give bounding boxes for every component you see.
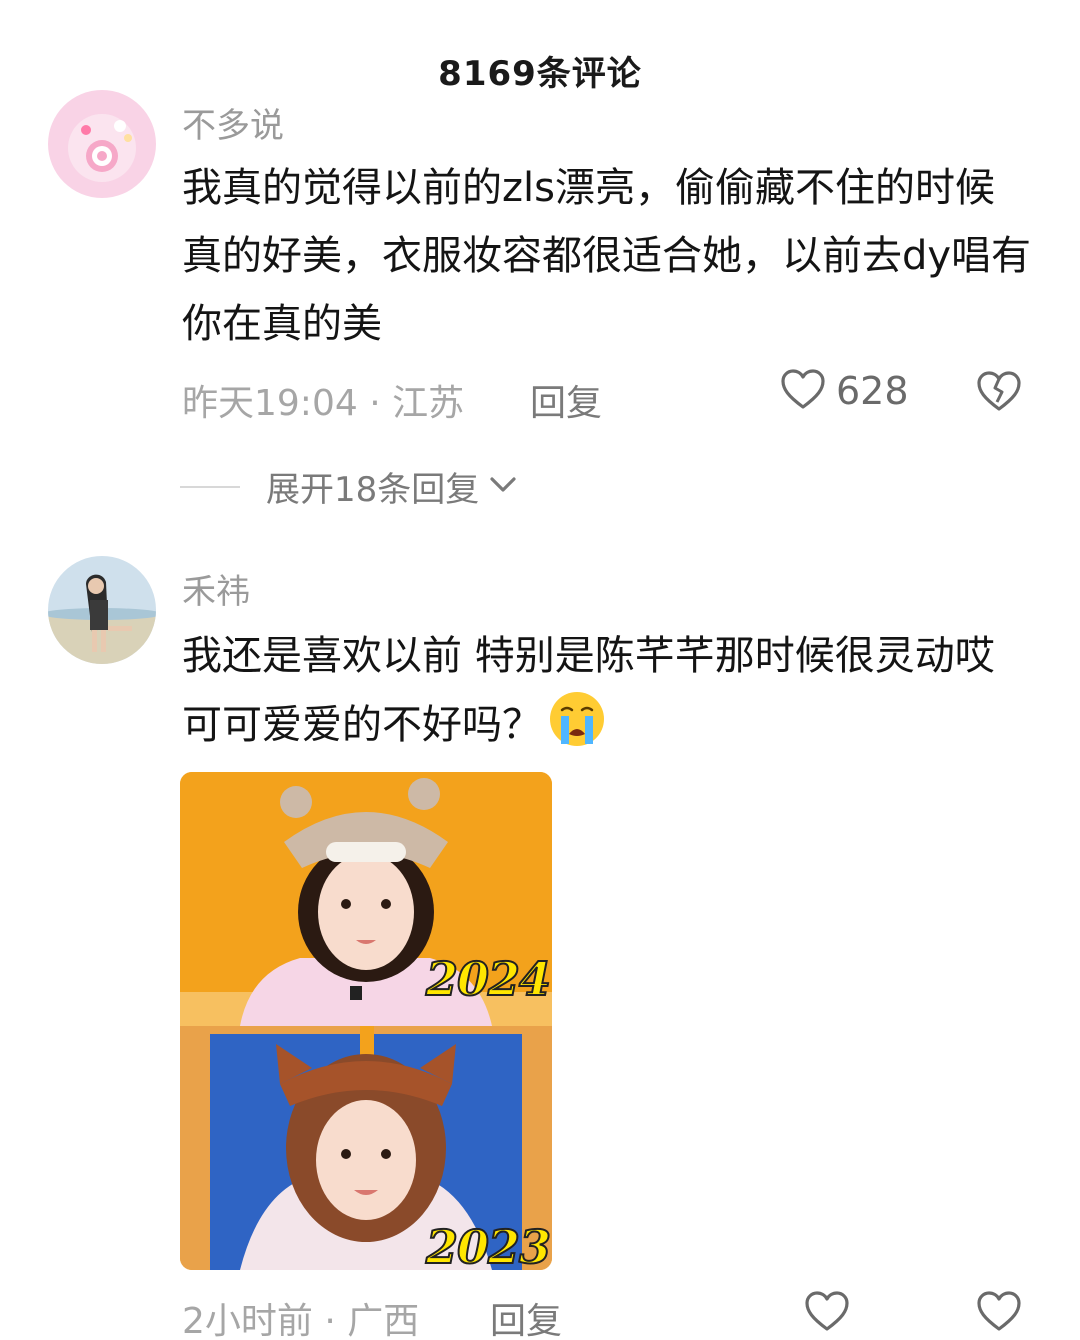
- heart-outline-icon: [780, 368, 826, 414]
- comment-text: 我还是喜欢以前 特别是陈芊芊那时候很灵动哎 可可爱爱的不好吗？: [182, 622, 1032, 759]
- heart-outline-icon: [804, 1290, 850, 1336]
- expand-replies-button[interactable]: 展开18条回复: [180, 462, 517, 511]
- reply-button[interactable]: 回复: [530, 374, 602, 426]
- avatar[interactable]: [48, 90, 156, 198]
- username[interactable]: 不多说: [182, 98, 284, 147]
- comment-image[interactable]: 2024 2023: [180, 772, 552, 1270]
- expand-replies-label: 展开18条回复: [266, 470, 480, 510]
- comment-time-location: 昨天19:04 · 江苏: [182, 383, 465, 424]
- dislike-button[interactable]: [976, 1290, 1022, 1336]
- broken-heart-icon: [976, 1291, 1022, 1336]
- like-button[interactable]: [804, 1290, 850, 1336]
- divider-line: [180, 485, 240, 488]
- year-label-top: 2024: [425, 951, 552, 1007]
- avatar[interactable]: [48, 556, 156, 664]
- like-button[interactable]: 628: [780, 368, 909, 414]
- comment-time-location: 2小时前 · 广西: [182, 1301, 420, 1340]
- broken-heart-icon: [976, 371, 1022, 416]
- reply-button[interactable]: 回复: [490, 1292, 562, 1340]
- like-count: 628: [836, 369, 909, 413]
- crying-face-icon: [548, 690, 606, 748]
- comments-count-title: 8169条评论: [438, 54, 642, 94]
- comment-text: 我真的觉得以前的zls漂亮，偷偷藏不住的时候真的好美，衣服妆容都很适合她，以前去…: [182, 165, 1032, 347]
- username[interactable]: 禾祎: [182, 564, 250, 613]
- chevron-down-icon: [489, 476, 517, 498]
- year-label-bottom: 2023: [425, 1219, 552, 1270]
- dislike-button[interactable]: [976, 370, 1022, 416]
